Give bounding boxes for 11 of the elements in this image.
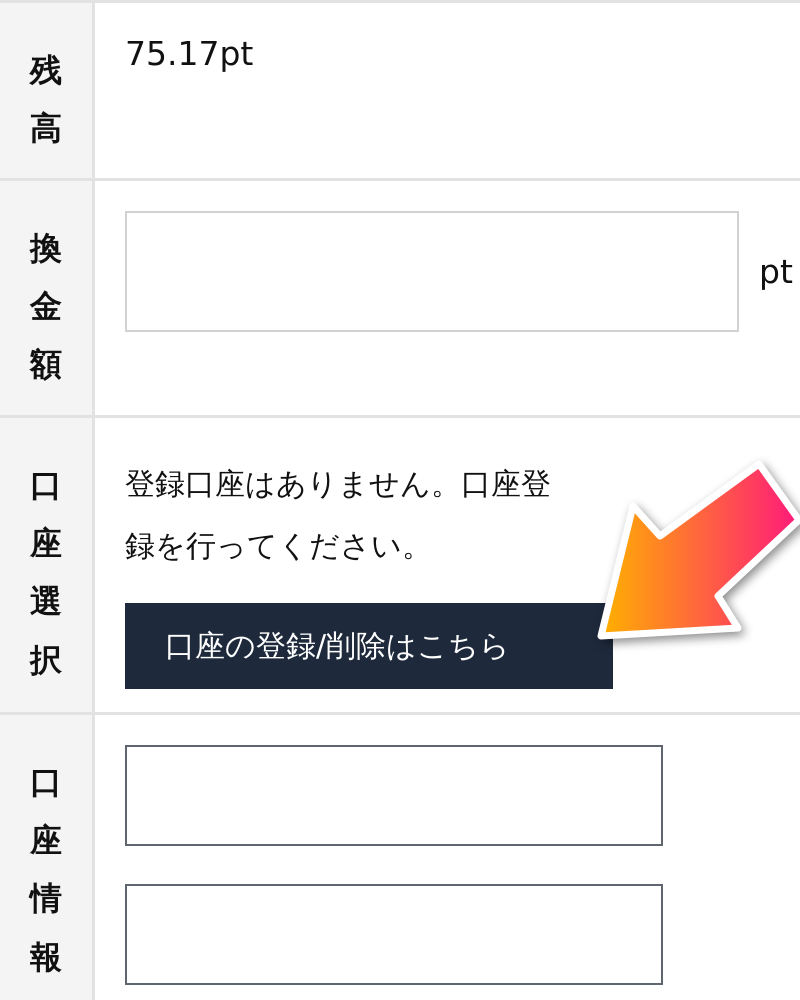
balance-value: 75.17pt: [125, 33, 254, 75]
row-label: 口座選択: [30, 465, 62, 681]
amount-field[interactable]: [125, 211, 739, 332]
row-label: 換金額: [30, 228, 62, 386]
row-label: 残高: [30, 50, 62, 150]
unit-label: pt: [759, 252, 793, 291]
input-field[interactable]: [125, 884, 663, 985]
row-label: 口座情報: [30, 762, 62, 978]
notice-text: 登録口座はありません。口座登録を行ってください。: [125, 466, 552, 566]
input-field[interactable]: [125, 745, 663, 846]
account-register-button[interactable]: 口座の登録/削除はこちら: [125, 603, 613, 689]
